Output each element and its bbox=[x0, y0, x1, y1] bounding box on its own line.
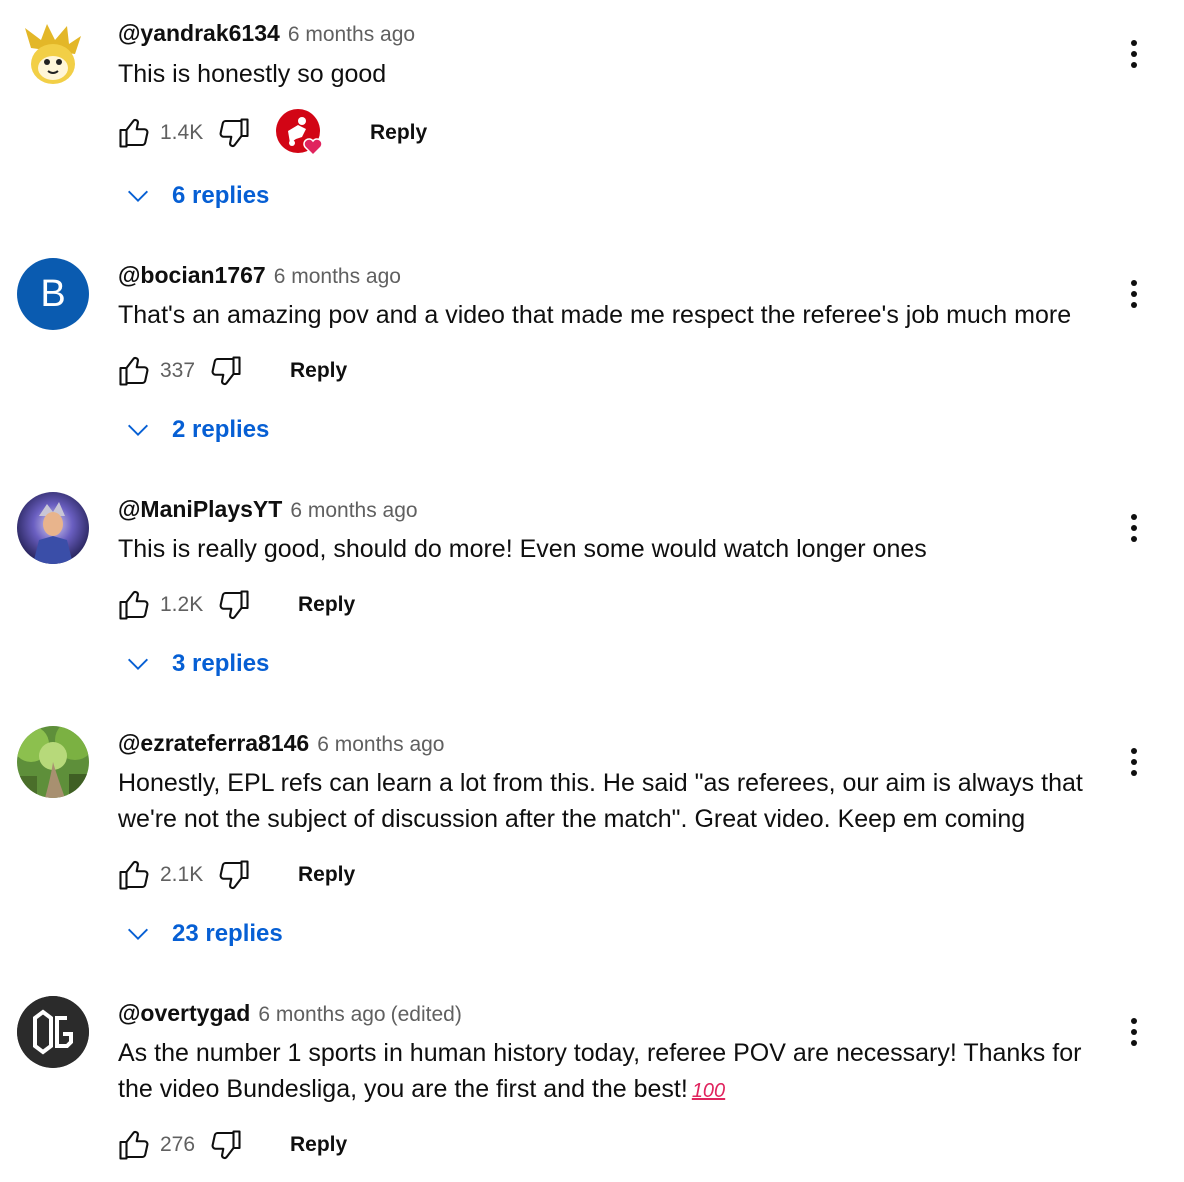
comment-menu-button[interactable] bbox=[1112, 272, 1156, 316]
comment-author[interactable]: @bocian1767 bbox=[118, 262, 266, 289]
comment-menu-button[interactable] bbox=[1112, 1010, 1156, 1054]
reply-button[interactable]: Reply bbox=[288, 585, 365, 625]
comment-text: Honestly, EPL refs can learn a lot from … bbox=[118, 765, 1108, 837]
avatar[interactable] bbox=[17, 18, 89, 90]
more-vert-icon bbox=[1131, 748, 1137, 776]
reply-button[interactable]: Reply bbox=[360, 113, 437, 153]
view-replies-button[interactable]: 6 replies bbox=[118, 176, 269, 216]
comment-menu-button[interactable] bbox=[1112, 740, 1156, 784]
comment-author[interactable]: @ManiPlaysYT bbox=[118, 496, 282, 523]
like-count: 276 bbox=[160, 1133, 196, 1156]
like-count: 1.2K bbox=[160, 593, 204, 616]
dislike-button[interactable] bbox=[206, 1125, 246, 1165]
comment-author[interactable]: @overtygad bbox=[118, 1000, 250, 1027]
reply-button[interactable]: Reply bbox=[280, 351, 357, 391]
comment-menu-button[interactable] bbox=[1112, 32, 1156, 76]
dislike-button[interactable] bbox=[214, 855, 254, 895]
replies-label[interactable]: 3 replies bbox=[172, 650, 269, 678]
comment-author[interactable]: @ezrateferra8146 bbox=[118, 730, 309, 757]
dislike-button[interactable] bbox=[214, 113, 254, 153]
chevron-down-icon bbox=[118, 176, 158, 216]
reply-button[interactable]: Reply bbox=[280, 1125, 357, 1165]
chevron-down-icon bbox=[118, 644, 158, 684]
comment-text-line: Honestly, EPL refs can learn a lot from … bbox=[118, 769, 1083, 797]
thumbs-up-icon bbox=[119, 118, 149, 148]
like-button[interactable] bbox=[114, 351, 154, 391]
comment-actions: 1.2K Reply bbox=[114, 582, 365, 628]
like-count: 337 bbox=[160, 359, 196, 382]
like-button[interactable] bbox=[114, 855, 154, 895]
thumbs-up-icon bbox=[119, 860, 149, 890]
comment-timestamp[interactable]: 6 months ago bbox=[258, 1003, 385, 1027]
avatar-letter: B bbox=[40, 272, 66, 315]
comment-actions: 1.4K Reply bbox=[114, 109, 437, 157]
comment-text: As the number 1 sports in human history … bbox=[118, 1035, 1108, 1109]
dislike-button[interactable] bbox=[206, 351, 246, 391]
more-vert-icon bbox=[1131, 514, 1137, 542]
view-replies-button[interactable]: 23 replies bbox=[118, 914, 283, 954]
replies-label[interactable]: 2 replies bbox=[172, 416, 269, 444]
thumbs-up-icon bbox=[119, 356, 149, 386]
comment-timestamp[interactable]: 6 months ago bbox=[288, 23, 415, 47]
reply-button[interactable]: Reply bbox=[288, 855, 365, 895]
thumbs-down-icon bbox=[219, 590, 249, 620]
dislike-button[interactable] bbox=[214, 585, 254, 625]
comment-text-line: we're not the subject of discussion afte… bbox=[118, 805, 1026, 833]
thumbs-down-icon bbox=[211, 1130, 241, 1160]
comment-actions: 337 Reply bbox=[114, 348, 357, 394]
comment-actions: 2.1K Reply bbox=[114, 852, 365, 898]
thumbs-up-icon bbox=[119, 1130, 149, 1160]
thumbs-down-icon bbox=[219, 860, 249, 890]
avatar[interactable]: B bbox=[17, 258, 89, 330]
comment-timestamp[interactable]: 6 months ago bbox=[290, 499, 417, 523]
like-button[interactable] bbox=[114, 1125, 154, 1165]
avatar-letter: OG bbox=[17, 996, 19, 997]
comment-author[interactable]: @yandrak6134 bbox=[118, 20, 280, 47]
hundred-points-emoji: 100 bbox=[691, 1080, 726, 1102]
like-button[interactable] bbox=[114, 585, 154, 625]
comment-text-line: As the number 1 sports in human history … bbox=[118, 1039, 1082, 1067]
chevron-down-icon bbox=[118, 410, 158, 450]
comment-text: This is really good, should do more! Eve… bbox=[118, 535, 927, 563]
like-count: 1.4K bbox=[160, 121, 204, 144]
comment-text: This is honestly so good bbox=[118, 60, 387, 88]
avatar[interactable]: OG bbox=[17, 996, 89, 1068]
view-replies-button[interactable]: 3 replies bbox=[118, 644, 269, 684]
thumbs-down-icon bbox=[219, 118, 249, 148]
comment-text-line: the video Bundesliga, you are the first … bbox=[118, 1075, 688, 1103]
like-button[interactable] bbox=[114, 113, 154, 153]
thumbs-down-icon bbox=[211, 356, 241, 386]
thumbs-up-icon bbox=[119, 590, 149, 620]
view-replies-button[interactable]: 2 replies bbox=[118, 410, 269, 450]
comment-text: That's an amazing pov and a video that m… bbox=[118, 301, 1072, 329]
more-vert-icon bbox=[1131, 1018, 1137, 1046]
comment-menu-button[interactable] bbox=[1112, 506, 1156, 550]
like-count: 2.1K bbox=[160, 863, 204, 886]
more-vert-icon bbox=[1131, 280, 1137, 308]
comment-timestamp[interactable]: 6 months ago bbox=[317, 733, 444, 757]
replies-label[interactable]: 6 replies bbox=[172, 182, 269, 210]
chevron-down-icon bbox=[118, 914, 158, 954]
avatar[interactable] bbox=[17, 492, 89, 564]
comment-timestamp[interactable]: 6 months ago bbox=[274, 265, 401, 289]
comment-actions: 276 Reply bbox=[114, 1122, 357, 1168]
edited-label: (edited) bbox=[390, 1003, 462, 1026]
creator-heart-badge bbox=[276, 109, 324, 157]
avatar[interactable] bbox=[17, 726, 89, 798]
creator-heart-icon bbox=[276, 109, 323, 157]
replies-label[interactable]: 23 replies bbox=[172, 920, 283, 948]
more-vert-icon bbox=[1131, 40, 1137, 68]
